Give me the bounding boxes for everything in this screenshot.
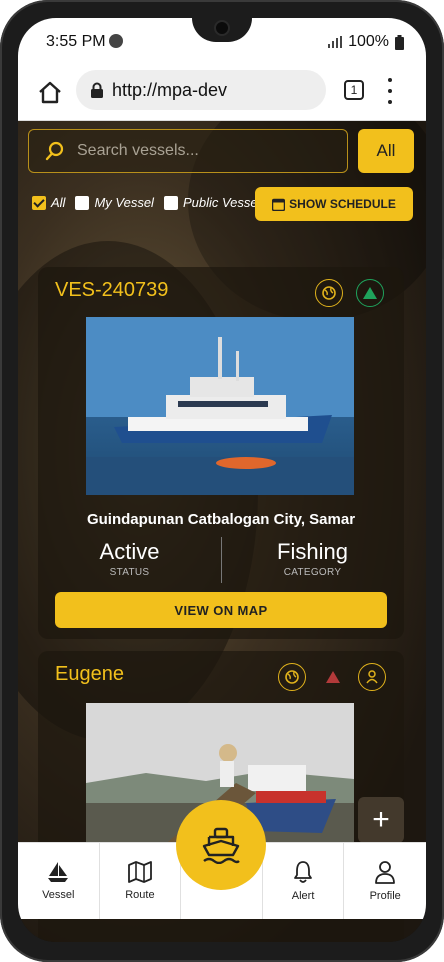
filter-my-vessel[interactable]: My Vessel [75, 195, 154, 210]
address-bar[interactable]: http://mpa-dev [76, 70, 326, 110]
search-input[interactable] [75, 141, 319, 161]
ship-icon [202, 827, 240, 864]
vessel-photo [86, 317, 354, 495]
tab-switcher-button[interactable]: 1 [344, 80, 364, 100]
view-on-map-button[interactable]: VIEW ON MAP [55, 592, 387, 628]
status-label: STATUS [109, 567, 150, 578]
show-schedule-button[interactable]: SHOW SCHEDULE [255, 187, 413, 221]
battery-text: 100% [348, 33, 389, 50]
checkbox-all[interactable] [32, 195, 46, 210]
category-label: CATEGORY [283, 567, 342, 578]
bell-icon [294, 861, 312, 883]
vessel-card[interactable]: VES-240739 Guindapunan Catbalogan City, … [38, 267, 404, 639]
camera-icon [214, 20, 230, 36]
nav-profile-label: Profile [369, 890, 401, 902]
category-value: Fishing [277, 539, 348, 564]
search-icon [45, 141, 64, 161]
nav-profile[interactable]: Profile [344, 843, 426, 919]
ship-fab-button[interactable] [176, 800, 266, 890]
search-box[interactable] [28, 129, 348, 173]
nav-alert-label: Alert [291, 890, 315, 902]
nav-vessel[interactable]: Vessel [18, 843, 100, 919]
filter-all-label: All [51, 195, 66, 210]
globe-icon [322, 286, 336, 300]
globe-badge[interactable] [315, 279, 343, 307]
filter-my-vessel-label: My Vessel [94, 195, 154, 210]
vessel-filters: All My Vessel Public Vessel [32, 195, 271, 210]
status-right: 100% [328, 33, 404, 51]
show-schedule-label: SHOW SCHEDULE [289, 197, 396, 211]
ship-illustration [86, 317, 354, 495]
nav-route[interactable]: Route [100, 843, 182, 919]
browser-menu-icon[interactable] [386, 78, 394, 104]
vessel-location: Guindapunan Catbalogan City, Samar [86, 511, 356, 528]
status-time: 3:55 PM [46, 33, 106, 50]
spotify-icon [109, 34, 123, 48]
category-stat: Fishing CATEGORY [221, 539, 404, 578]
home-icon[interactable] [36, 78, 64, 106]
url-text: http://mpa-dev [112, 79, 228, 100]
add-vessel-button[interactable]: + [358, 797, 404, 843]
calendar-icon [272, 198, 286, 211]
browser-toolbar: http://mpa-dev 1 [18, 64, 426, 121]
owner-badge[interactable] [358, 663, 386, 691]
battery-icon [395, 34, 404, 50]
status-stat: Active STATUS [38, 539, 221, 578]
globe-icon [285, 670, 299, 684]
map-icon [127, 861, 152, 883]
sailboat-icon [48, 862, 69, 882]
checkbox-my-vessel[interactable] [75, 195, 90, 210]
checkbox-public-vessel[interactable] [163, 195, 178, 210]
person-icon [375, 861, 396, 884]
status-value: Active [99, 539, 160, 564]
filter-all-button[interactable]: All [358, 129, 414, 173]
warning-triangle-icon [363, 287, 377, 299]
warning-triangle-icon [326, 671, 340, 683]
nav-alert[interactable]: Alert [263, 843, 345, 919]
nav-route-label: Route [125, 889, 155, 901]
lock-icon [91, 82, 103, 98]
nav-vessel-label: Vessel [42, 889, 75, 901]
vessel-id: VES-240739 [55, 279, 169, 301]
phone-frame: 3:55 PM 100% http://mpa-dev 1 Search ves… [0, 0, 444, 962]
filter-all[interactable]: All [32, 195, 65, 210]
globe-badge[interactable] [278, 663, 306, 691]
screen: 3:55 PM 100% http://mpa-dev 1 Search ves… [18, 18, 426, 942]
status-badge[interactable] [356, 279, 384, 307]
vessel-id: Eugene [55, 663, 124, 685]
signal-icon [328, 36, 343, 48]
filter-public-vessel[interactable]: Public Vessel [163, 195, 261, 210]
status-badge[interactable] [319, 663, 347, 691]
person-icon [366, 670, 378, 684]
filter-public-vessel-label: Public Vessel [182, 195, 261, 210]
